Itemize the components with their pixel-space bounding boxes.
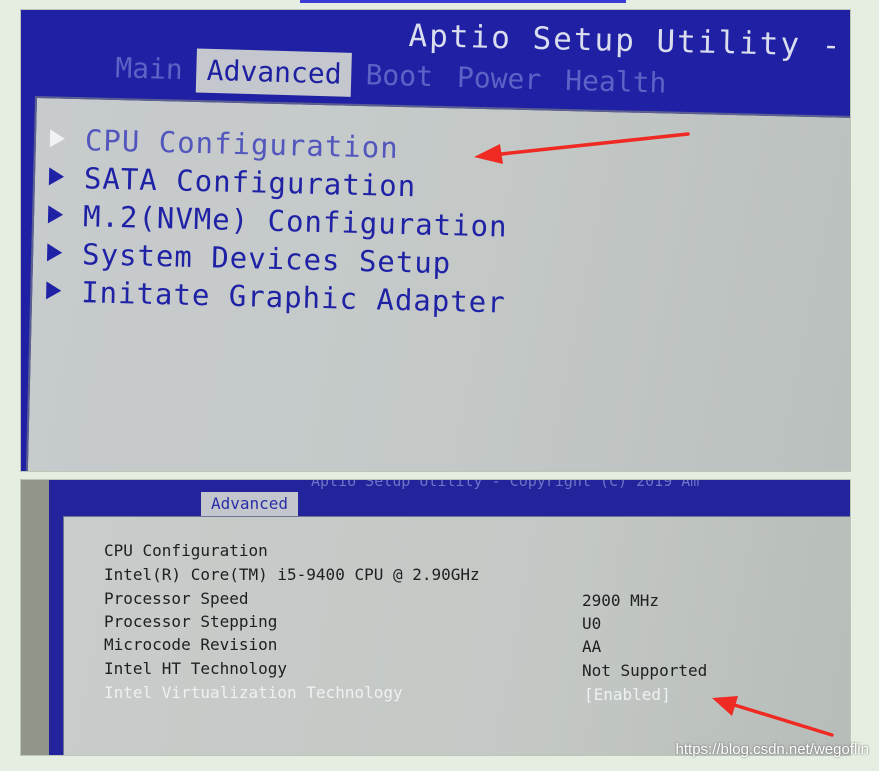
setting-value: 2900 MHz [582, 591, 660, 610]
setting-label: Intel Virtualization Technology [104, 683, 403, 702]
submenu-arrow-icon [46, 243, 63, 262]
advanced-menu-panel: CPU Configuration SATA Configuration M.2… [25, 96, 850, 471]
section-heading: CPU Configuration [104, 541, 268, 560]
setting-row-intel-ht-technology: Intel HT Technology Not Supported [104, 659, 844, 683]
tab-boot[interactable]: Boot [355, 53, 444, 99]
submenu-arrow-icon [48, 167, 65, 186]
bios-title: Aptio Setup Utility - Copyright (C) 2019… [311, 479, 700, 490]
setting-value-enabled[interactable]: [Enabled] [584, 685, 671, 704]
red-arrow-icon [712, 696, 834, 737]
setting-value: Not Supported [582, 661, 708, 680]
tab-main[interactable]: Main [105, 46, 194, 92]
tab-advanced[interactable]: Advanced [196, 48, 353, 97]
bios-advanced-menu-screen: Aptio Setup Utility - Main Advanced Boot Po… [20, 9, 851, 472]
setting-row-microcode-revision: Microcode Revision AA [104, 635, 844, 659]
setting-label: Microcode Revision [104, 635, 278, 654]
setting-label: Processor Speed [104, 589, 249, 608]
setting-row-processor-stepping: Processor Stepping U0 [104, 612, 844, 636]
tab-power[interactable]: Power [446, 56, 551, 103]
menu-item-label: CPU Configuration [84, 123, 400, 165]
menu-item-label: SATA Configuration [83, 161, 417, 204]
cpu-model: Intel(R) Core(TM) i5-9400 CPU @ 2.90GHz [104, 565, 480, 584]
setting-label: Processor Stepping [104, 612, 278, 631]
source-watermark: https://blog.csdn.net/wegoflin [675, 741, 869, 758]
setting-value: AA [582, 637, 602, 656]
setting-row-processor-speed: Processor Speed 2900 MHz [104, 589, 844, 613]
submenu-arrow-icon [47, 205, 64, 224]
submenu-arrow-icon [49, 129, 66, 148]
setting-value: U0 [582, 614, 602, 633]
top-link-underline [300, 0, 626, 3]
setting-label: Intel HT Technology [104, 659, 288, 678]
advanced-menu-list: CPU Configuration SATA Configuration M.2… [46, 122, 510, 323]
submenu-arrow-icon [46, 281, 62, 300]
tab-health[interactable]: Health [555, 59, 677, 106]
tab-advanced[interactable]: Advanced [201, 492, 299, 516]
red-arrow-icon [474, 132, 690, 164]
